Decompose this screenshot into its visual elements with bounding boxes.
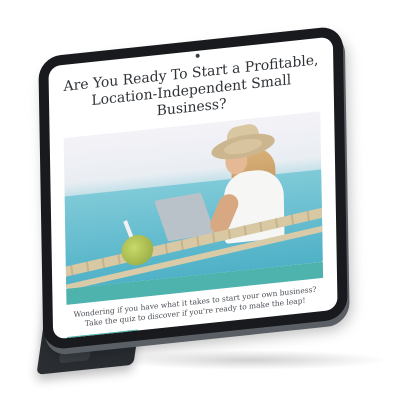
tablet-shadow — [110, 350, 390, 370]
tablet-screen: Are You Ready To Start a Profitable, Loc… — [48, 36, 338, 340]
camera-icon — [195, 53, 200, 59]
tablet-frame: Are You Ready To Start a Profitable, Loc… — [38, 25, 348, 351]
tablet-mockup: Are You Ready To Start a Profitable, Loc… — [0, 0, 400, 400]
start-quiz-button[interactable]: START QUIZ — [67, 329, 139, 340]
hero-image — [63, 111, 323, 289]
